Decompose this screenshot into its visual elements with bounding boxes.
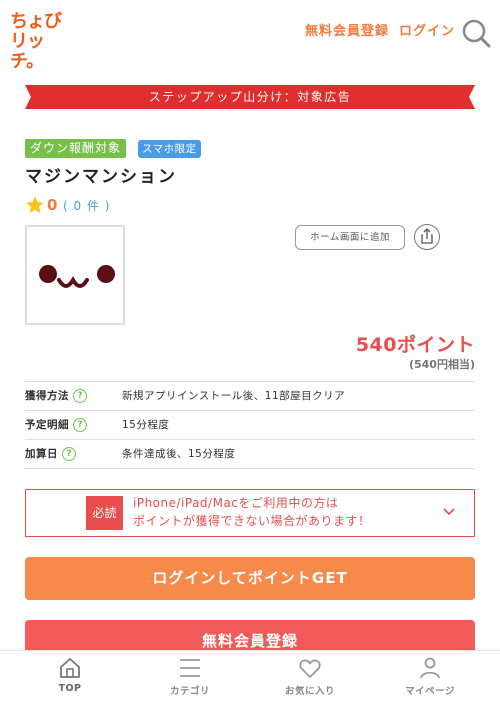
info-value: 新規アプリインストール後、11部屋目クリア	[122, 390, 346, 402]
device-notice[interactable]: 必読 iPhone/iPad/Macをご利用中の方は ポイントが獲得できない場合…	[25, 489, 475, 537]
info-label: 獲得方法	[25, 390, 69, 402]
header-register-link[interactable]: 無料会員登録	[305, 22, 389, 42]
add-to-home-button[interactable]: ホーム画面に追加	[295, 225, 405, 250]
campaign-banner[interactable]: ステップアップ山分け：対象広告	[25, 85, 475, 109]
info-table: 獲得方法 ? 新規アプリインストール後、11部屋目クリア 予定明細 ? 15分程…	[25, 381, 475, 469]
must-read-badge: 必読	[86, 496, 123, 530]
site-logo[interactable]: ちょび リッチ。	[10, 11, 72, 72]
share-icon	[421, 228, 433, 244]
info-row-schedule: 予定明細 ? 15分程度	[25, 411, 475, 440]
menu-icon	[180, 659, 200, 677]
chevron-down-icon	[443, 508, 455, 516]
heart-icon	[299, 659, 321, 678]
app-title: マジンマンション	[25, 167, 177, 187]
info-label: 加算日	[25, 448, 58, 460]
notice-text: iPhone/iPad/Macをご利用中の方は ポイントが獲得できない場合があり…	[133, 494, 371, 530]
user-icon	[420, 657, 440, 679]
info-label: 予定明細	[25, 419, 69, 431]
tab-category[interactable]: カテゴリ	[130, 651, 250, 701]
help-icon[interactable]: ?	[62, 447, 76, 461]
help-icon[interactable]: ?	[73, 389, 87, 403]
info-row-credit-date: 加算日 ? 条件達成後、15分程度	[25, 440, 475, 469]
tab-mypage[interactable]: マイページ	[370, 651, 490, 701]
tab-label: お気に入り	[284, 686, 335, 697]
tab-label: マイページ	[405, 686, 455, 697]
notice-line2: ポイントが獲得できない場合があります！	[133, 514, 371, 528]
search-icon[interactable]	[461, 18, 491, 48]
info-row-method: 獲得方法 ? 新規アプリインストール後、11部屋目クリア	[25, 382, 475, 411]
login-get-points-button[interactable]: ログインしてポイントGET	[25, 557, 475, 600]
rating-value: 0	[47, 196, 58, 214]
rating-count[interactable]: ( 0 件 )	[63, 197, 110, 215]
app-face-image	[39, 265, 115, 288]
info-value: 15分程度	[122, 419, 170, 431]
logo-line2: リッチ。	[10, 31, 45, 72]
bottom-tab-bar: TOP カテゴリ お気に入り マイページ	[0, 650, 500, 701]
share-button[interactable]	[414, 224, 440, 250]
tab-favorites[interactable]: お気に入り	[250, 651, 370, 701]
tab-top[interactable]: TOP	[10, 651, 130, 701]
tab-label: カテゴリ	[169, 686, 210, 697]
info-value: 条件達成後、15分程度	[122, 448, 236, 460]
app-icon	[25, 225, 125, 325]
logo-line1: ちょび	[10, 11, 62, 32]
smartphone-only-tag: スマホ限定	[138, 140, 201, 158]
help-icon[interactable]: ?	[73, 418, 87, 432]
download-reward-tag: ダウン報酬対象	[25, 139, 127, 158]
tab-label: TOP	[58, 683, 82, 694]
home-icon	[60, 658, 80, 678]
banner-text: ステップアップ山分け：対象広告	[148, 90, 352, 104]
points-yen-equivalent: (540円相当)	[408, 358, 475, 371]
notice-line1: iPhone/iPad/Macをご利用中の方は	[133, 496, 339, 510]
points-amount: 540ポイント	[355, 334, 475, 356]
header-login-link[interactable]: ログイン	[399, 22, 455, 42]
star-icon	[26, 196, 44, 214]
header: ちょび リッチ。 無料会員登録 ログイン	[0, 0, 500, 72]
